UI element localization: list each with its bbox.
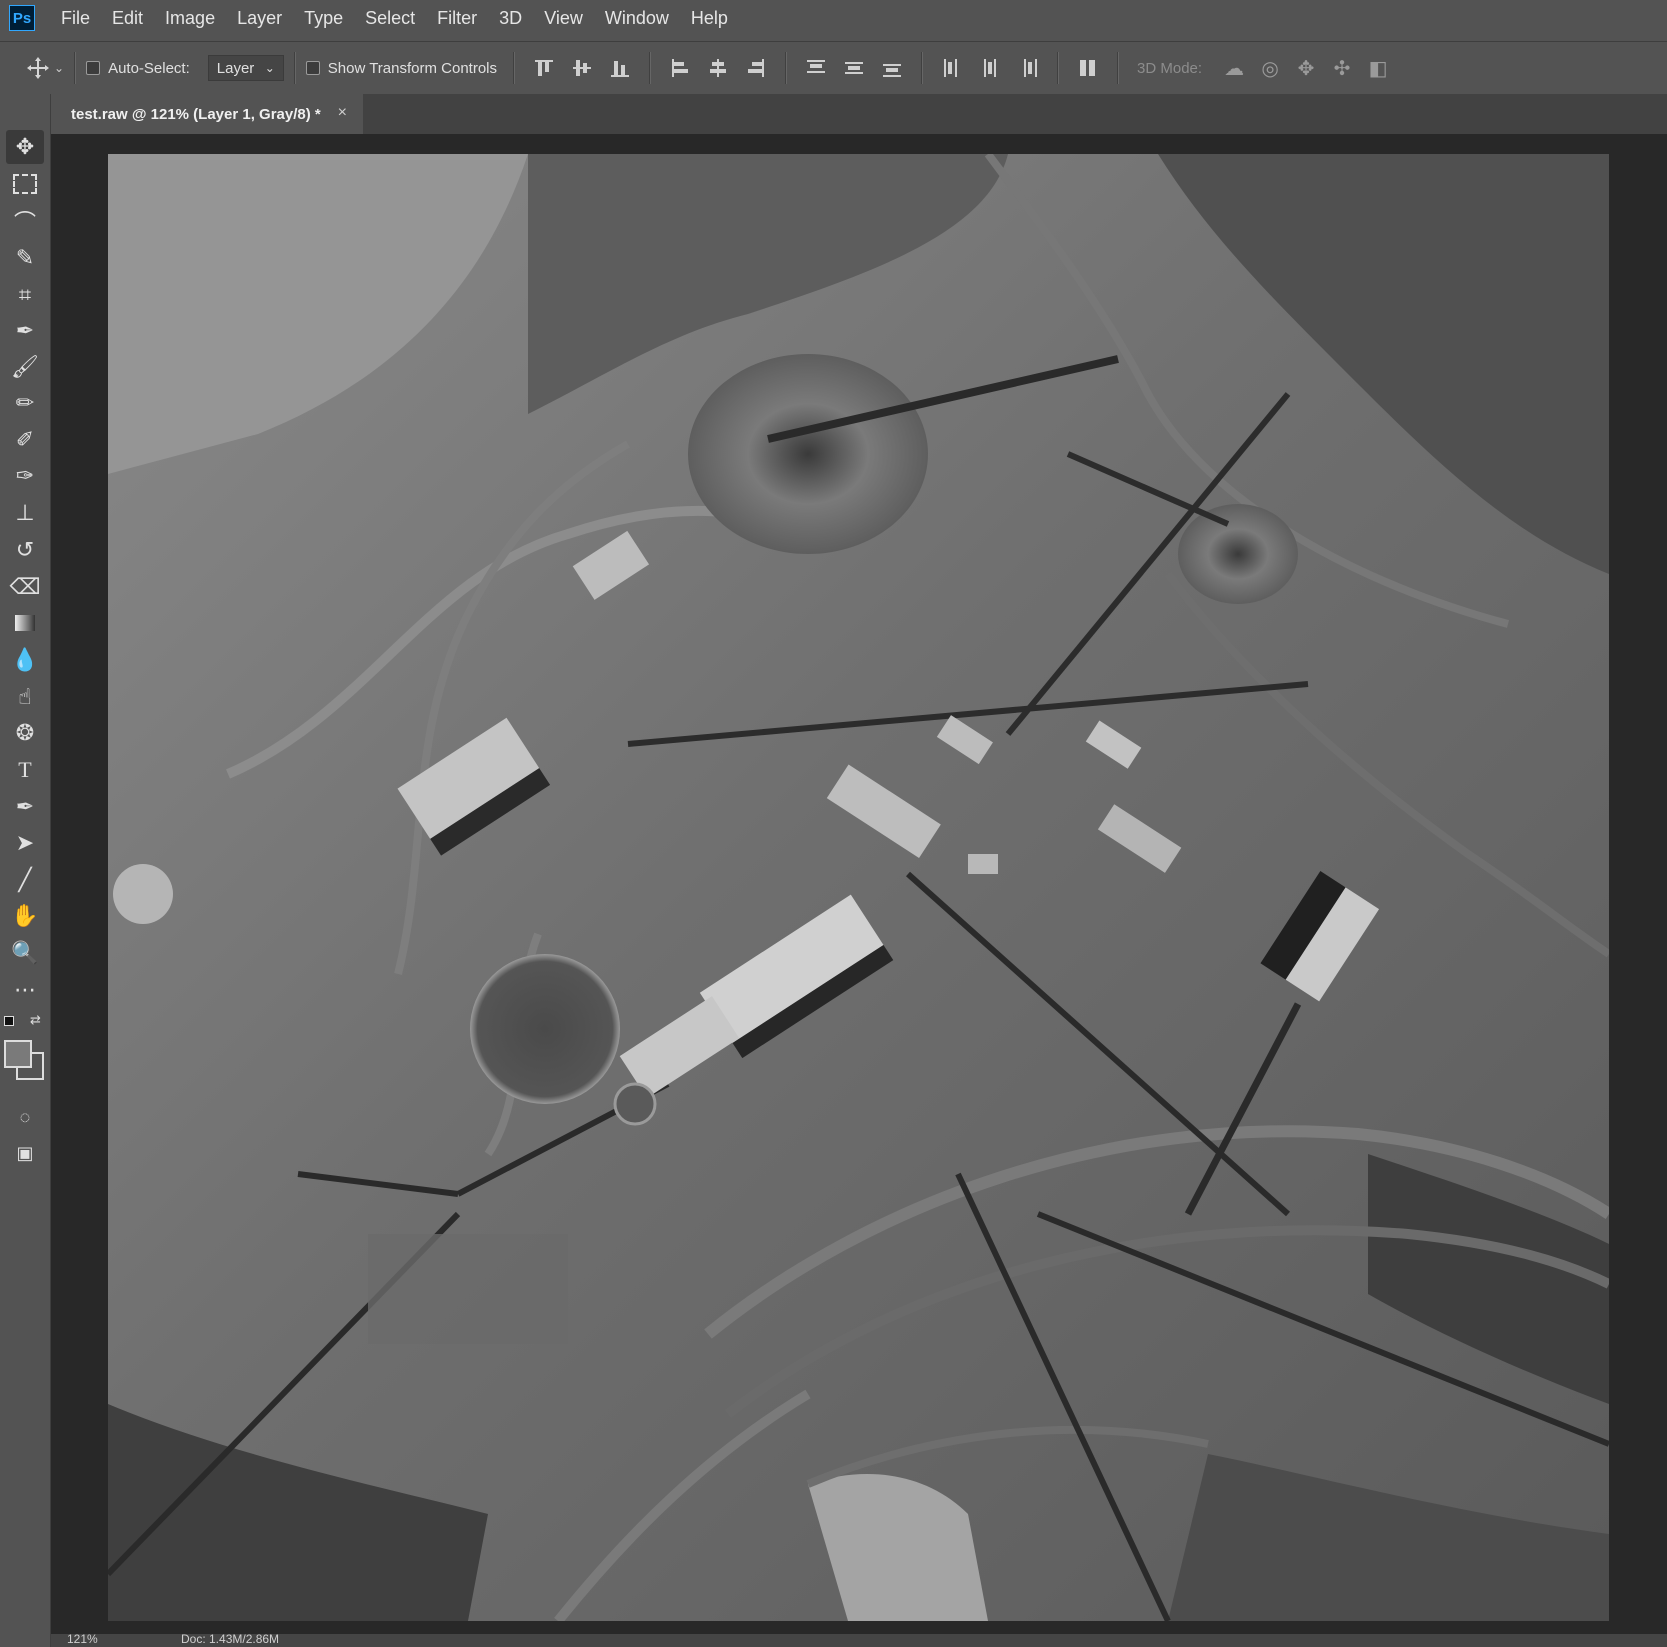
quick-select-tool-icon[interactable]: ✎ [6, 241, 44, 275]
menu-window[interactable]: Window [605, 8, 669, 29]
line-tool-icon[interactable]: ╱ [6, 863, 44, 897]
document-tab-title: test.raw @ 121% (Layer 1, Gray/8) * [71, 105, 321, 123]
menu-filter[interactable]: Filter [437, 8, 477, 29]
distribute-vcenter-icon[interactable] [844, 58, 864, 78]
options-bar: ⌄ Auto-Select: Layer ⌄ Show Transform Co… [0, 41, 1667, 95]
auto-select-value: Layer [216, 59, 255, 77]
menu-file[interactable]: File [61, 8, 90, 29]
document-canvas[interactable] [108, 154, 1609, 1621]
chevron-down-icon: ⌄ [264, 61, 275, 75]
photoshop-logo-icon[interactable]: Ps [9, 5, 35, 31]
show-transform-checkbox[interactable] [305, 61, 320, 75]
aerial-photo [108, 154, 1609, 1621]
3d-slide-icon[interactable]: ✣ [1329, 55, 1355, 81]
auto-select-checkbox[interactable] [86, 61, 101, 75]
swap-colors-icon[interactable]: ⇄ [30, 1012, 41, 1028]
align-bottom-icon[interactable] [610, 58, 630, 78]
history-brush-tool-icon[interactable]: ↺ [6, 533, 44, 567]
menu-layer[interactable]: Layer [237, 8, 282, 29]
auto-align-layers-icon[interactable] [1078, 58, 1098, 78]
smudge-tool-icon[interactable]: ☝ [6, 680, 44, 714]
mixer-brush-tool-icon[interactable]: ✑ [6, 459, 44, 493]
more-tools-icon[interactable]: ⋯ [6, 973, 44, 1007]
lasso-tool-icon[interactable]: ⌒ [6, 204, 44, 238]
foreground-color-swatch[interactable] [4, 1040, 32, 1068]
quick-mask-icon[interactable]: ◌ [6, 1100, 44, 1134]
marquee-tool-icon[interactable] [6, 167, 44, 201]
3d-pan-icon[interactable]: ✥ [1293, 55, 1319, 81]
align-hcenter-icon[interactable] [708, 58, 728, 78]
tools-panel: ✥ ⌒ ✎ ⌗ ✒ 🖌 ✏ ✐ ✑ ⊥ ↺ ⌫ 💧 ☝ ❂ T ✒ ➤ ╱ ✋ … [0, 94, 51, 1647]
menu-edit[interactable]: Edit [112, 8, 143, 29]
document-tab[interactable]: test.raw @ 121% (Layer 1, Gray/8) * × [51, 94, 363, 134]
align-top-icon[interactable] [534, 58, 554, 78]
auto-select-dropdown[interactable]: Layer ⌄ [207, 55, 284, 81]
align-left-icon[interactable] [670, 58, 690, 78]
menu-image[interactable]: Image [165, 8, 215, 29]
pencil-tool-icon[interactable]: ✏ [6, 386, 44, 420]
distribute-top-icon[interactable] [806, 58, 826, 78]
distribute-right-icon[interactable] [1018, 58, 1038, 78]
brush-tool-icon[interactable]: 🖌 [6, 350, 44, 384]
healing-brush-tool-icon[interactable]: ✐ [6, 423, 44, 457]
chevron-down-icon[interactable]: ⌄ [54, 61, 64, 75]
menu-bar: Ps File Edit Image Layer Type Select Fil… [0, 0, 1667, 36]
sponge-tool-icon[interactable]: ❂ [6, 716, 44, 750]
auto-select-label: Auto-Select: [108, 59, 190, 77]
menu-select[interactable]: Select [365, 8, 415, 29]
3d-mode-label: 3D Mode: [1137, 59, 1203, 77]
3d-scale-icon[interactable]: ◧ [1365, 55, 1391, 81]
align-right-icon[interactable] [746, 58, 766, 78]
pen-tool-icon[interactable]: ✒ [6, 790, 44, 824]
document-tab-strip: test.raw @ 121% (Layer 1, Gray/8) * × [51, 94, 1667, 134]
blur-tool-icon[interactable]: 💧 [6, 643, 44, 677]
align-vcenter-icon[interactable] [572, 58, 592, 78]
doc-size: Doc: 1.43M/2.86M [181, 1632, 280, 1646]
clone-stamp-tool-icon[interactable]: ⊥ [6, 496, 44, 530]
menu-3d[interactable]: 3D [499, 8, 522, 29]
hand-tool-icon[interactable]: ✋ [6, 899, 44, 933]
distribute-bottom-icon[interactable] [882, 58, 902, 78]
screen-mode-icon[interactable]: ▣ [6, 1136, 44, 1170]
close-icon[interactable]: × [338, 104, 347, 122]
distribute-left-icon[interactable] [942, 58, 962, 78]
zoom-tool-icon[interactable]: 🔍 [6, 936, 44, 970]
menu-type[interactable]: Type [304, 8, 343, 29]
move-tool-preset-icon[interactable] [26, 56, 50, 80]
gradient-tool-icon[interactable] [6, 606, 44, 640]
crop-tool-icon[interactable]: ⌗ [6, 278, 44, 312]
eraser-tool-icon[interactable]: ⌫ [6, 570, 44, 604]
show-transform-label: Show Transform Controls [327, 59, 498, 77]
type-tool-icon[interactable]: T [6, 753, 44, 787]
3d-roll-icon[interactable]: ◎ [1257, 55, 1283, 81]
distribute-hcenter-icon[interactable] [980, 58, 1000, 78]
menu-help[interactable]: Help [691, 8, 728, 29]
status-bar: 121% Doc: 1.43M/2.86M [51, 1632, 1667, 1647]
menu-view[interactable]: View [544, 8, 583, 29]
default-colors-icon[interactable] [4, 1016, 16, 1028]
eyedropper-tool-icon[interactable]: ✒ [6, 314, 44, 348]
zoom-level[interactable]: 121% [67, 1632, 98, 1646]
path-select-tool-icon[interactable]: ➤ [6, 826, 44, 860]
3d-orbit-icon[interactable]: ☁ [1221, 55, 1247, 81]
move-tool-icon[interactable]: ✥ [6, 130, 44, 164]
